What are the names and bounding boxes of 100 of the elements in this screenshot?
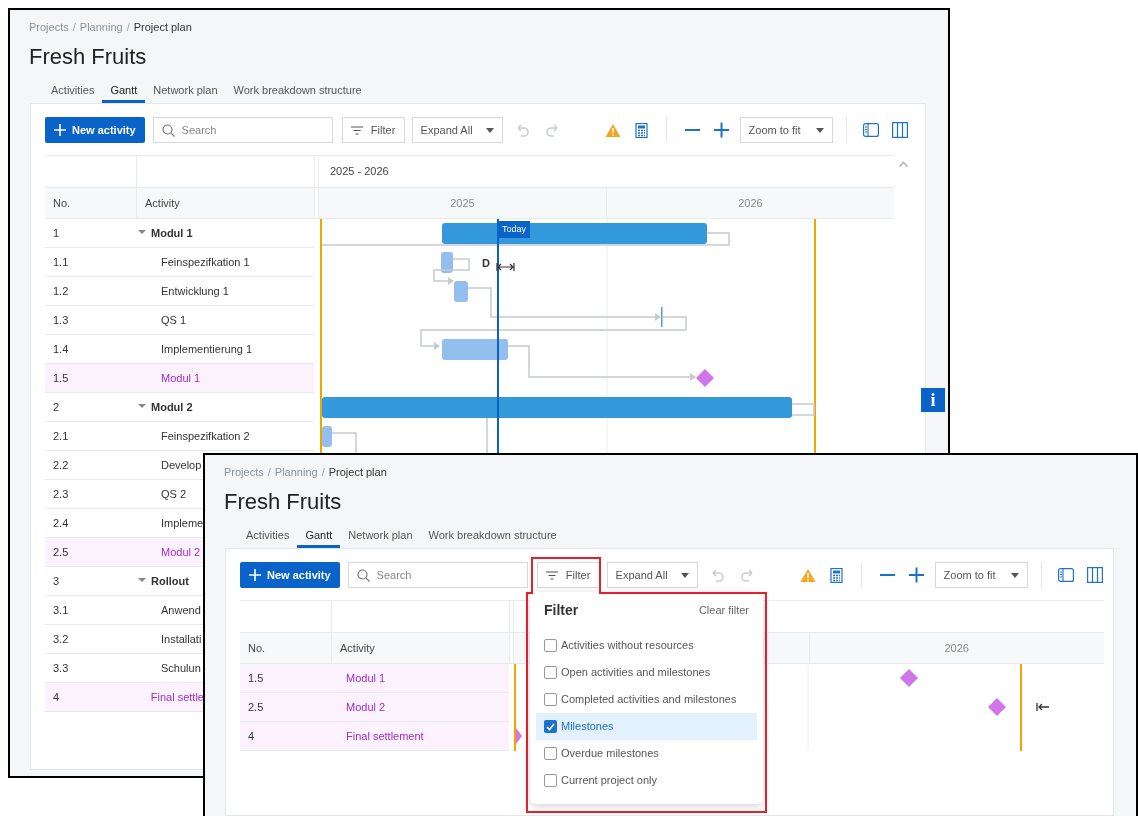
milestone-diamond[interactable]	[516, 728, 522, 744]
row-number: 3	[52, 573, 61, 589]
search-field[interactable]: Search	[347, 562, 528, 588]
warning-icon[interactable]	[604, 122, 621, 138]
activity-name: Rollout	[151, 573, 189, 589]
expand-caret-icon[interactable]	[138, 577, 146, 585]
summary-bar[interactable]	[442, 223, 707, 244]
milestone-diamond[interactable]	[696, 369, 714, 387]
row-number: 1.5	[247, 670, 265, 686]
row-number: 2.5	[52, 544, 70, 560]
activity-name: Impleme	[161, 515, 204, 531]
search-field[interactable]: Search	[152, 117, 333, 143]
resize-arrow-icon[interactable]	[496, 262, 515, 272]
new-activity-button[interactable]: New activity	[240, 562, 340, 588]
checkbox[interactable]	[544, 693, 557, 706]
plus-icon	[54, 124, 66, 136]
tab[interactable]: Work breakdown structure	[420, 525, 565, 548]
columns-icon[interactable]	[1086, 567, 1103, 583]
filter-button[interactable]: Filter	[341, 117, 405, 143]
column-header: No.	[247, 640, 267, 656]
milestone-row[interactable]: 4 Final settlement	[240, 722, 509, 751]
page-title: Fresh Fruits	[29, 43, 148, 71]
checkbox[interactable]	[544, 774, 557, 787]
redo-icon[interactable]	[544, 122, 561, 138]
milestone-row[interactable]: 2.5 Modul 2	[240, 693, 509, 722]
tab[interactable]: Activities	[43, 80, 103, 103]
column-header: No.	[52, 195, 72, 211]
scroll-up-icon[interactable]	[898, 161, 908, 167]
zoom-in-icon[interactable]	[908, 567, 924, 583]
columns-icon[interactable]	[891, 122, 908, 138]
activity-name: Entwicklung 1	[161, 283, 229, 299]
row-number: 4	[52, 689, 61, 705]
filter-option[interactable]: Current project only	[536, 767, 757, 794]
calculator-icon[interactable]	[829, 567, 843, 583]
expand-dropdown[interactable]: Expand All	[411, 117, 503, 143]
filter-option[interactable]: Completed activities and milestones	[536, 686, 757, 713]
activity-name: Feinspezifkation 1	[161, 254, 250, 270]
table-row[interactable]: 2 Modul 2	[45, 393, 314, 422]
row-number: 2.2	[52, 457, 70, 473]
activity-name: Modul 2	[346, 699, 386, 715]
calculator-icon[interactable]	[634, 122, 648, 138]
info-button[interactable]: i	[921, 388, 945, 412]
breadcrumb-separator: /	[267, 465, 271, 480]
tab[interactable]: Activities	[238, 525, 298, 548]
zoom-in-icon[interactable]	[713, 122, 729, 138]
checkbox[interactable]	[544, 639, 557, 652]
jump-to-start-icon[interactable]	[1036, 702, 1050, 712]
tab[interactable]: Network plan	[340, 525, 421, 548]
checkbox[interactable]	[544, 720, 557, 733]
search-icon	[356, 569, 370, 582]
filter-option[interactable]: Milestones	[536, 713, 757, 740]
row-number: 3.2	[52, 631, 70, 647]
milestone-row[interactable]: 1.5 Modul 1	[240, 664, 509, 693]
clear-filter-link[interactable]: Clear filter	[698, 601, 749, 619]
caret-down-icon	[485, 127, 494, 133]
activity-name: Installati	[161, 631, 202, 647]
plus-icon	[249, 569, 261, 581]
milestone-row[interactable]: 2.5 Modul 2	[45, 538, 204, 567]
search-icon	[161, 124, 175, 137]
zoom-dropdown[interactable]: Zoom to fit	[739, 117, 833, 143]
milestone-diamond[interactable]	[900, 669, 918, 687]
filter-icon	[545, 570, 558, 580]
tab[interactable]: Work breakdown structure	[225, 80, 370, 103]
activity-name: QS 2	[161, 486, 187, 502]
sidebar-panel-icon[interactable]	[862, 123, 879, 137]
task-marker[interactable]	[661, 307, 663, 327]
checkbox[interactable]	[544, 666, 557, 679]
caret-down-icon	[1010, 572, 1019, 578]
activity-name: Modul 1	[161, 370, 201, 386]
breadcrumb-current: Project plan	[133, 20, 192, 35]
milestone-diamond[interactable]	[988, 698, 1006, 716]
table-row[interactable]: 1.3 QS 1	[45, 306, 314, 335]
filter-option[interactable]: Open activities and milestones	[536, 659, 757, 686]
filter-option[interactable]: Activities without resources	[536, 632, 757, 659]
row-number: 3.3	[52, 660, 70, 676]
warning-icon[interactable]	[799, 567, 816, 583]
row-number: 1.4	[52, 341, 70, 357]
table-row[interactable]: 1 Modul 1	[45, 219, 314, 248]
timeline-year: 2026	[944, 640, 969, 656]
tab[interactable]: Network plan	[145, 80, 226, 103]
new-activity-button[interactable]: New activity	[45, 117, 145, 143]
table-row[interactable]: 1.1 Feinspezifkation 1	[45, 248, 314, 277]
filter-option[interactable]: Overdue milestones	[536, 740, 757, 767]
zoom-dropdown[interactable]: Zoom to fit	[934, 562, 1028, 588]
expand-caret-icon[interactable]	[138, 403, 146, 411]
milestone-row[interactable]: 1.5 Modul 1	[45, 364, 314, 393]
task-bar[interactable]	[442, 339, 508, 360]
activity-name: Modul 2	[161, 544, 201, 560]
activity-name: Implementierung 1	[161, 341, 253, 357]
expand-dropdown[interactable]: Expand All	[606, 562, 698, 588]
timeline-year: 2026	[738, 195, 763, 211]
checkbox[interactable]	[544, 747, 557, 760]
sidebar-panel-icon[interactable]	[1057, 568, 1074, 582]
today-label: Today	[498, 221, 531, 238]
table-row[interactable]: 2.1 Feinspezifkation 2	[45, 422, 314, 451]
redo-icon[interactable]	[739, 567, 756, 583]
milestone-row[interactable]: 4 Final settle	[45, 683, 204, 712]
table-row[interactable]: 1.2 Entwicklung 1	[45, 277, 314, 306]
expand-caret-icon[interactable]	[138, 229, 146, 237]
filter-button[interactable]: Filter	[536, 562, 600, 588]
